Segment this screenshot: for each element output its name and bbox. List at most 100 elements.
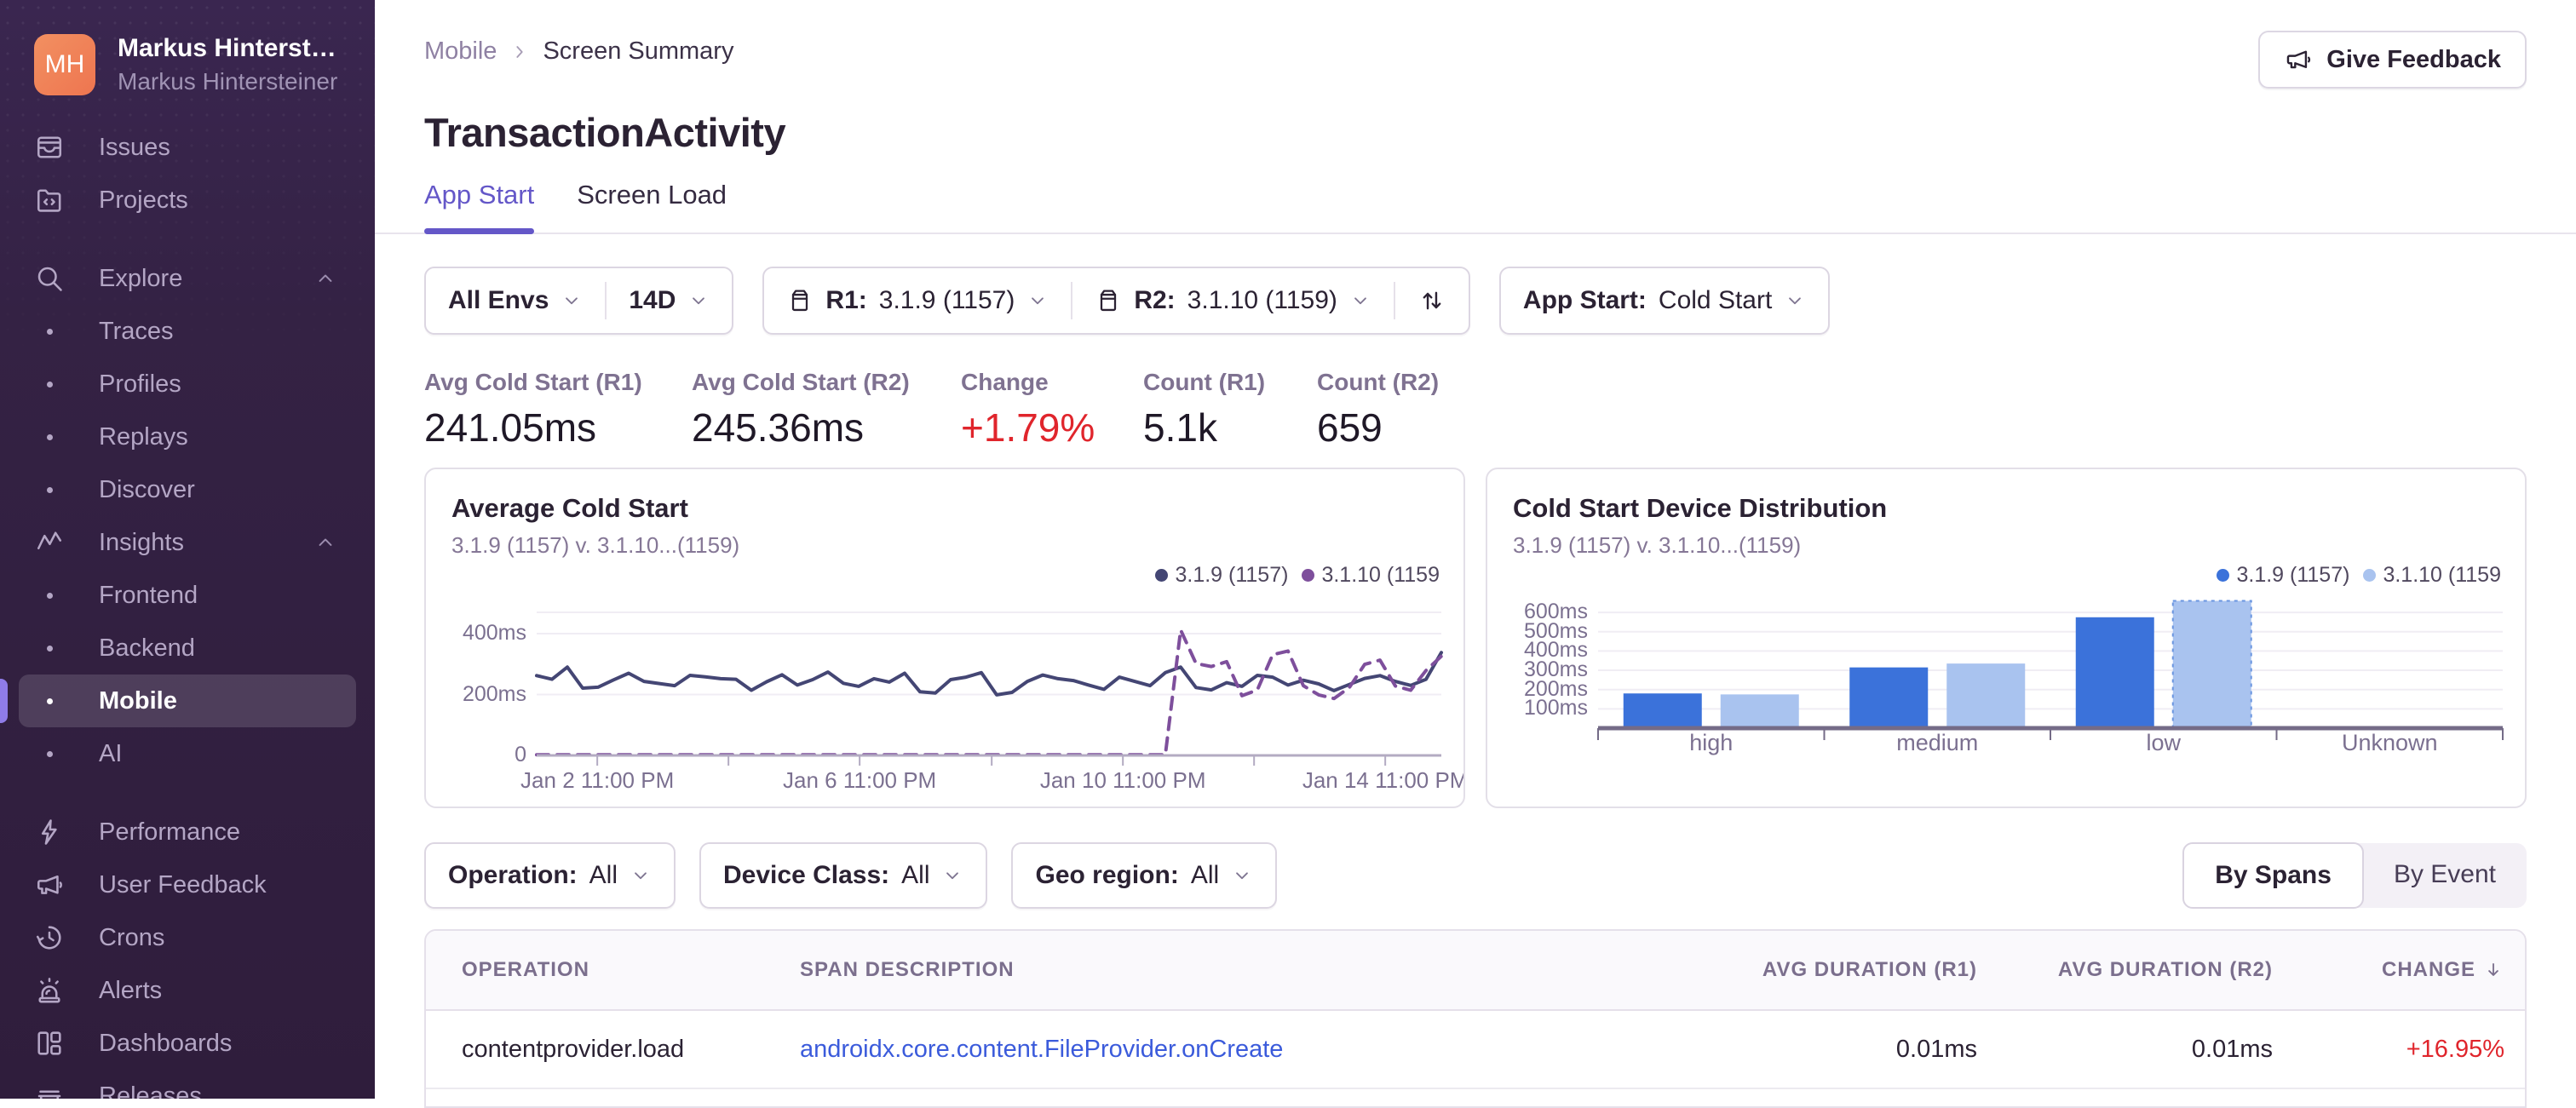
column-header-operation: OPERATION bbox=[426, 958, 764, 982]
geo-region-filter-trigger[interactable]: Geo region: All bbox=[1013, 861, 1275, 890]
tab-app-start[interactable]: App Start bbox=[424, 180, 535, 234]
filter-value: All bbox=[1190, 861, 1220, 889]
table-body: contentprovider.load androidx.core.conten… bbox=[426, 1011, 2525, 1089]
legend-item-3-1-10-1159[interactable]: 3.1.10 (1159 bbox=[2363, 563, 2501, 588]
sidebar-item-insights[interactable]: Insights bbox=[19, 516, 356, 569]
metric-value: 659 bbox=[1317, 405, 1383, 450]
sidebar-item-label: Backend bbox=[99, 634, 195, 662]
device-class-filter[interactable]: Device Class: All bbox=[699, 842, 988, 909]
breadcrumb-screen-summary: Screen Summary bbox=[543, 37, 734, 65]
sidebar-item-label: Alerts bbox=[99, 976, 163, 1004]
app-start-type-filter-pill: App Start: Cold Start bbox=[1498, 267, 1831, 335]
environment-filter[interactable]: All Envs bbox=[426, 286, 605, 315]
column-header-span-description: SPAN DESCRIPTION bbox=[764, 958, 1699, 982]
device-class-filter-trigger[interactable]: Device Class: All bbox=[701, 861, 986, 890]
geo-region-filter[interactable]: Geo region: All bbox=[1011, 842, 1278, 909]
bar-chart-plot[interactable] bbox=[1597, 597, 2504, 740]
swap-arrows-icon bbox=[1417, 286, 1446, 315]
toggle-by-event[interactable]: By Event bbox=[2363, 843, 2527, 906]
sidebar-item-replays[interactable]: Replays bbox=[19, 410, 356, 463]
legend-item-3-1-9-1157[interactable]: 3.1.9 (1157) bbox=[2217, 563, 2349, 588]
sidebar-item-projects[interactable]: Projects bbox=[19, 174, 356, 227]
search-icon bbox=[34, 263, 65, 294]
table-row-partial bbox=[426, 1089, 2525, 1106]
sidebar-item-dashboards[interactable]: Dashboards bbox=[19, 1017, 356, 1070]
sidebar-item-alerts[interactable]: Alerts bbox=[19, 964, 356, 1017]
y-tick-label: 400ms bbox=[462, 621, 526, 646]
sidebar-item-crons[interactable]: Crons bbox=[19, 911, 356, 964]
sidebar-item-mobile[interactable]: Mobile bbox=[0, 675, 356, 727]
x-tick-label: Jan 10 11:00 PM bbox=[1039, 767, 1206, 793]
chevron-down-icon bbox=[941, 864, 963, 887]
tab-screen-load-label: Screen Load bbox=[577, 180, 727, 210]
column-header-change[interactable]: CHANGE bbox=[2293, 958, 2525, 982]
sidebar-item-releases[interactable]: Releases bbox=[19, 1070, 356, 1099]
breadcrumb-mobile[interactable]: Mobile bbox=[424, 37, 497, 66]
filter-row-primary: All Envs 14D R1: 3.1.9 (1157) R2: 3.1.10… bbox=[424, 267, 2527, 335]
give-feedback-button[interactable]: Give Feedback bbox=[2258, 31, 2527, 89]
org-user-switcher[interactable]: MH Markus Hinterst… Markus Hintersteiner bbox=[0, 0, 375, 95]
legend-label: 3.1.10 (1159 bbox=[2383, 563, 2501, 587]
line-chart-plot[interactable] bbox=[535, 611, 1443, 766]
chevron-down-icon bbox=[561, 290, 583, 312]
span-description-link[interactable]: androidx.core.content.FileProvider.onCre… bbox=[800, 1036, 1283, 1063]
legend-label: 3.1.9 (1157) bbox=[2236, 563, 2350, 587]
sidebar-item-label: Releases bbox=[99, 1082, 202, 1099]
release-r2-selector[interactable]: R2: 3.1.10 (1159) bbox=[1072, 286, 1394, 315]
main-content: Mobile Screen Summary Give Feedback Tran… bbox=[375, 0, 2576, 1108]
operation-cell: contentprovider.load bbox=[462, 1035, 685, 1063]
sidebar-item-label: Replays bbox=[99, 422, 188, 451]
column-header-avg-duration-r1[interactable]: AVG DURATION (R1) bbox=[1699, 958, 1998, 982]
daterange-filter[interactable]: 14D bbox=[607, 286, 732, 315]
alerts-icon bbox=[34, 975, 65, 1006]
app-start-type-filter[interactable]: App Start: Cold Start bbox=[1501, 286, 1828, 315]
operation-filter[interactable]: Operation: All bbox=[424, 842, 676, 909]
tab-bar: App Start Screen Load bbox=[375, 180, 2576, 234]
metric-label: Avg Cold Start (R2) bbox=[692, 369, 910, 395]
sidebar-item-user-feedback[interactable]: User Feedback bbox=[19, 858, 356, 911]
release-r2-label: R2: bbox=[1134, 286, 1176, 314]
column-header-avg-duration-r2[interactable]: AVG DURATION (R2) bbox=[1998, 958, 2293, 982]
sidebar-item-explore[interactable]: Explore bbox=[19, 252, 356, 305]
filter-value: All bbox=[901, 861, 930, 889]
bullet-icon bbox=[34, 686, 65, 716]
filter-value: All bbox=[589, 861, 618, 889]
issues-icon bbox=[34, 132, 65, 163]
sidebar: MH Markus Hinterst… Markus Hintersteiner… bbox=[0, 0, 375, 1099]
sidebar-nav: Issues Projects Explore Traces Profiles Repla… bbox=[0, 121, 375, 1099]
spans-event-toggle: By Spans By Event bbox=[2182, 842, 2527, 909]
toggle-by-spans[interactable]: By Spans bbox=[2182, 842, 2364, 909]
tab-screen-load[interactable]: Screen Load bbox=[577, 180, 727, 233]
projects-icon bbox=[34, 185, 65, 215]
swap-releases-button[interactable] bbox=[1395, 286, 1469, 315]
package-icon bbox=[1095, 287, 1122, 314]
x-tick-label: Jan 2 11:00 PM bbox=[520, 767, 675, 793]
sidebar-item-traces[interactable]: Traces bbox=[19, 305, 356, 358]
span-filters: Operation: All Device Class: All Geo region:… bbox=[424, 842, 1278, 909]
device-distribution-card: Cold Start Device Distribution 3.1.9 (11… bbox=[1486, 468, 2527, 808]
filter-label: Operation: bbox=[448, 861, 578, 889]
legend-item-3-1-9-1157[interactable]: 3.1.9 (1157) bbox=[1155, 563, 1288, 588]
operation-filter-trigger[interactable]: Operation: All bbox=[426, 861, 674, 890]
sidebar-item-discover[interactable]: Discover bbox=[19, 463, 356, 516]
releases-icon bbox=[34, 1081, 65, 1099]
legend-item-3-1-10-1159[interactable]: 3.1.10 (1159 bbox=[1302, 563, 1440, 588]
sidebar-item-performance[interactable]: Performance bbox=[19, 806, 356, 858]
sidebar-item-frontend[interactable]: Frontend bbox=[19, 569, 356, 622]
environment-filter-label: All Envs bbox=[448, 286, 549, 314]
sidebar-item-profiles[interactable]: Profiles bbox=[19, 358, 356, 410]
chart-legend: 3.1.9 (1157) 3.1.10 (1159 bbox=[1155, 563, 1440, 588]
metric-label: Count (R1) bbox=[1143, 369, 1266, 395]
chart-legend: 3.1.9 (1157) 3.1.10 (1159 bbox=[2217, 563, 2501, 588]
sidebar-item-issues[interactable]: Issues bbox=[19, 121, 356, 174]
release-compare-filter: R1: 3.1.9 (1157) R2: 3.1.10 (1159) bbox=[762, 267, 1470, 335]
avg-cold-start-card: Average Cold Start 3.1.9 (1157) v. 3.1.1… bbox=[424, 468, 1465, 808]
chevron-down-icon bbox=[630, 864, 652, 887]
chevron-down-icon bbox=[1026, 290, 1049, 312]
chart-title: Cold Start Device Distribution bbox=[1513, 493, 1888, 523]
release-r1-selector[interactable]: R1: 3.1.9 (1157) bbox=[764, 286, 1071, 315]
legend-dot-icon bbox=[1155, 569, 1169, 582]
sidebar-item-backend[interactable]: Backend bbox=[19, 622, 356, 675]
sidebar-item-ai[interactable]: AI bbox=[19, 727, 356, 780]
env-daterange-filter: All Envs 14D bbox=[424, 267, 734, 335]
